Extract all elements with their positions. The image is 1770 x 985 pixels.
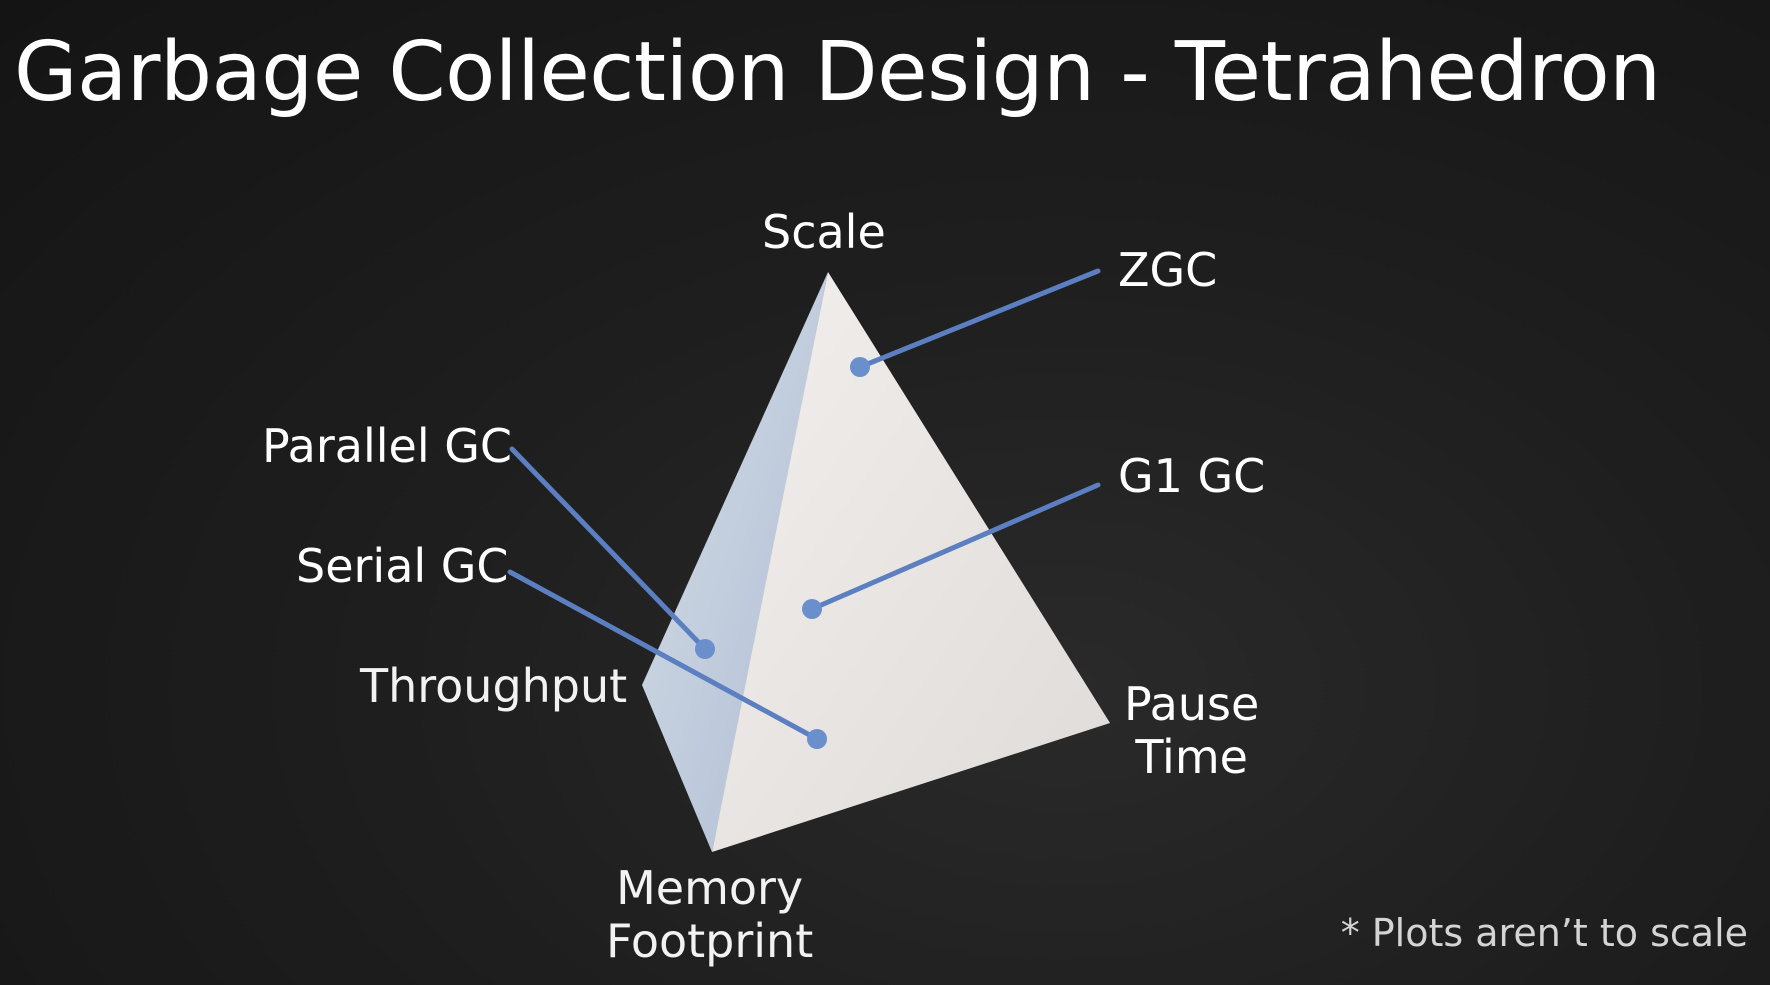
zgc-dot xyxy=(850,357,870,377)
footnote: * Plots aren’t to scale xyxy=(1340,911,1748,955)
vertex-label-memory-footprint: Memory Footprint xyxy=(606,862,813,968)
g1gc-dot xyxy=(802,599,822,619)
vertex-label-throughput: Throughput xyxy=(360,659,628,713)
collector-label-g1gc: G1 GC xyxy=(1118,449,1266,503)
collector-label-parallelgc: Parallel GC xyxy=(262,419,512,473)
tetrahedron-diagram xyxy=(507,268,1110,852)
collector-label-serialgc: Serial GC xyxy=(296,539,509,593)
vertex-label-pause-time: Pause Time xyxy=(1124,678,1259,784)
pause-time-line1: Pause xyxy=(1124,677,1260,731)
vertex-label-scale: Scale xyxy=(762,205,886,259)
serialgc-dot xyxy=(807,729,827,749)
parallelgc-leader-line xyxy=(509,446,708,652)
parallelgc-dot xyxy=(695,639,715,659)
pause-time-line2: Time xyxy=(1135,729,1248,784)
collector-label-zgc: ZGC xyxy=(1118,243,1218,297)
tetrahedron-front-face xyxy=(712,272,1110,852)
memory-footprint-line1: Memory xyxy=(616,861,804,915)
zgc-leader-line xyxy=(857,268,1101,370)
memory-footprint-line2: Footprint xyxy=(606,913,814,968)
